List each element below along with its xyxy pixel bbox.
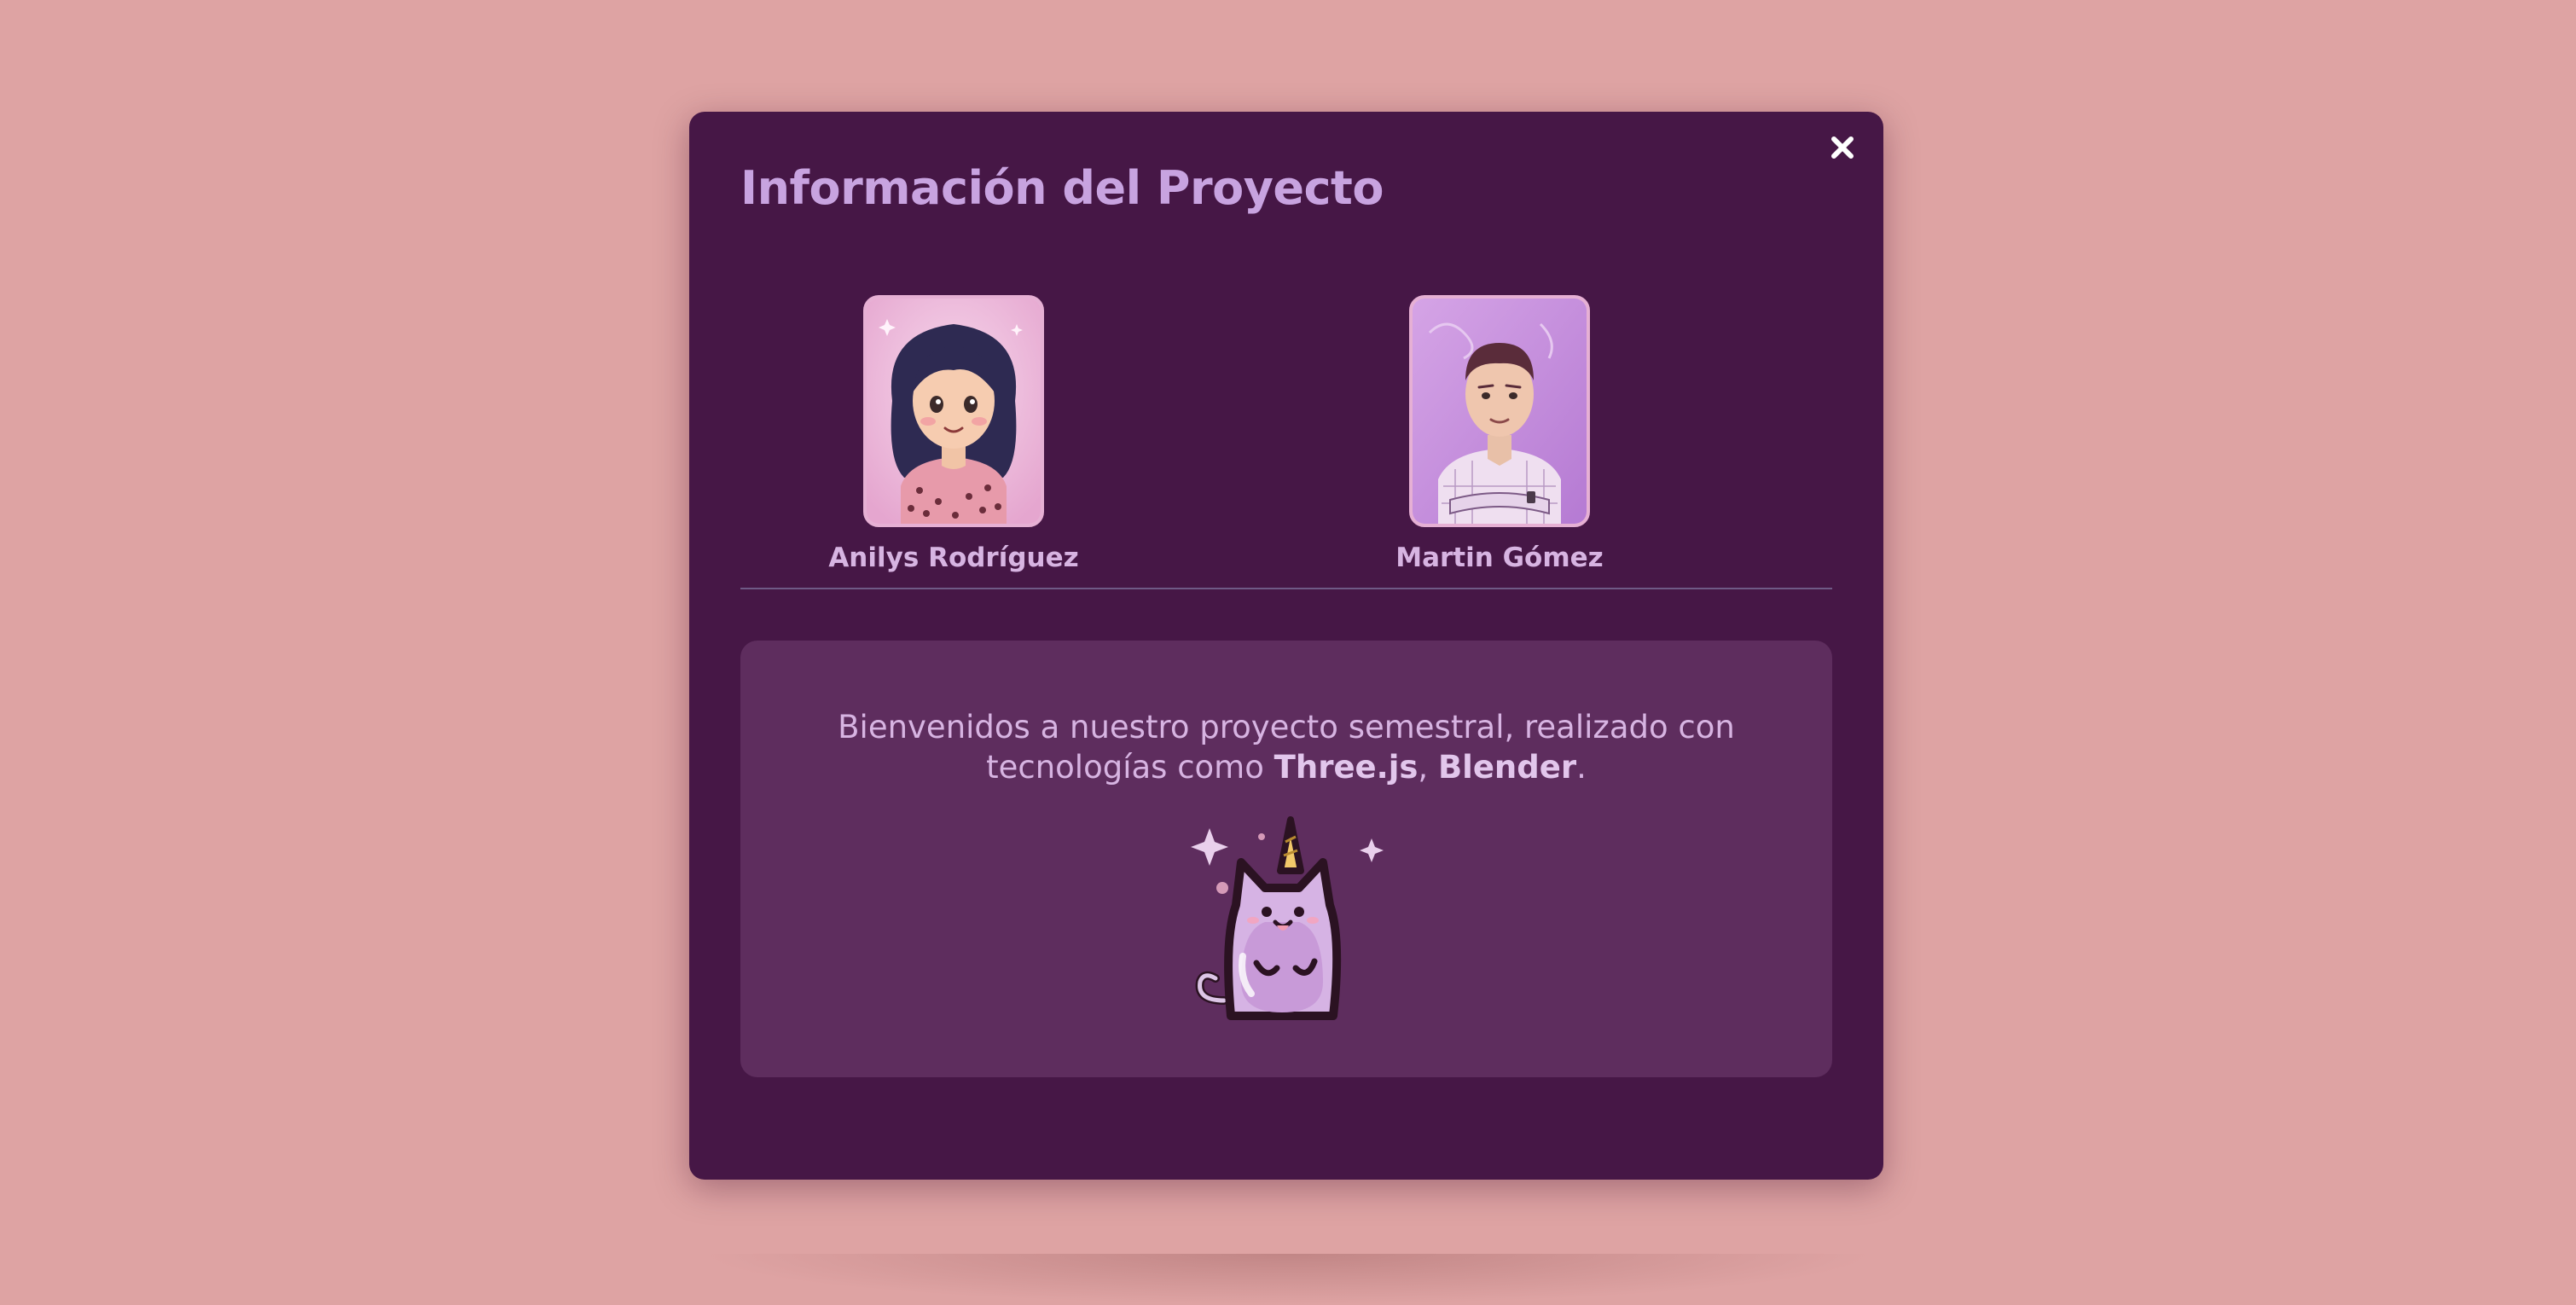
girl-portrait-icon bbox=[867, 299, 1041, 524]
team-section: Anilys Rodríguez Martin Gómez bbox=[740, 295, 1832, 687]
team-member-name: Anilys Rodríguez bbox=[828, 542, 1079, 573]
boy-portrait-icon bbox=[1413, 299, 1587, 524]
team-member-name: Martin Gómez bbox=[1395, 542, 1604, 573]
section-divider bbox=[740, 588, 1832, 589]
close-icon bbox=[1831, 136, 1854, 159]
close-button[interactable] bbox=[1824, 129, 1861, 166]
project-info-card: Bienvenidos a nuestro proyecto semestral… bbox=[740, 641, 1832, 1077]
avatar bbox=[863, 295, 1044, 527]
description-end: . bbox=[1576, 749, 1587, 786]
project-description: Bienvenidos a nuestro proyecto semestral… bbox=[775, 707, 1798, 787]
description-separator: , bbox=[1418, 749, 1438, 786]
avatar bbox=[1409, 295, 1590, 527]
backdrop-shadow bbox=[699, 1254, 1877, 1305]
tech-threejs: Three.js bbox=[1273, 749, 1419, 786]
tech-blender: Blender bbox=[1437, 749, 1577, 786]
team-member-martin: Martin Gómez bbox=[1320, 295, 1679, 573]
modal-title: Información del Proyecto bbox=[740, 161, 1384, 215]
project-info-modal: Información del Proyecto Anilys Rodrígue… bbox=[689, 112, 1883, 1180]
unicorn-cat-icon bbox=[1191, 816, 1384, 1020]
team-member-anilys: Anilys Rodríguez bbox=[775, 295, 1133, 573]
